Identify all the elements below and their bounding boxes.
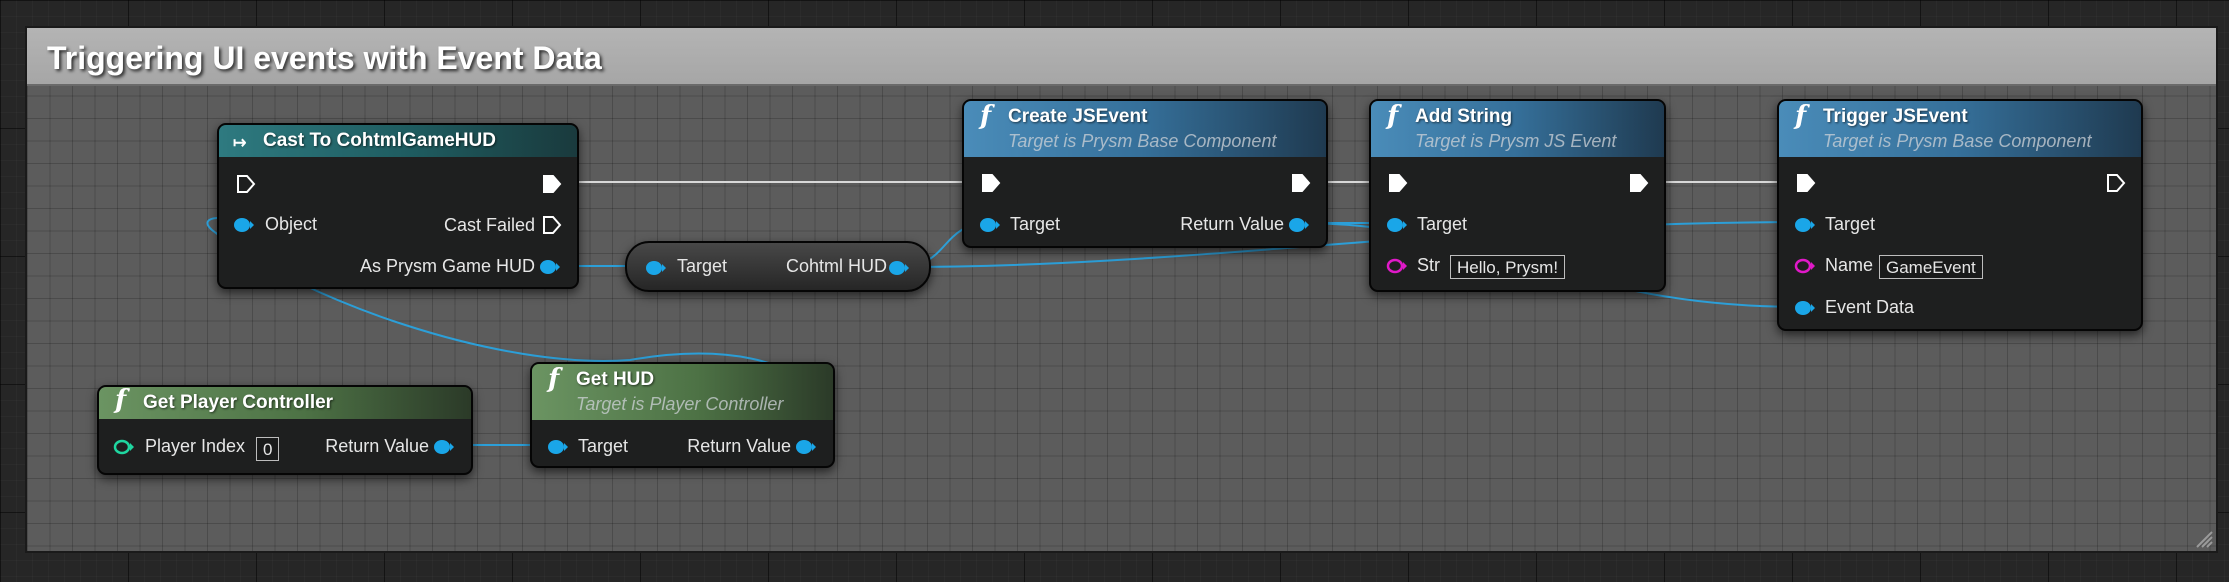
player-index-pin-label: Player Index <box>145 436 246 456</box>
get-hud-node[interactable]: f Get HUD Target is Player Controller Ta… <box>530 362 835 468</box>
cohtml-hud-getter-node[interactable]: Target Cohtml HUD <box>625 241 931 292</box>
return-value-output-pin[interactable] <box>433 437 455 457</box>
event-data-pin-label: Event Data <box>1825 297 1915 317</box>
object-pin-label: Object <box>265 214 318 234</box>
as-hud-pin-label: As Prysm Game HUD <box>359 256 535 276</box>
get-hud-title: Get HUD <box>576 369 655 390</box>
function-icon: f <box>1795 101 1807 131</box>
create-jsevent-subtitle: Target is Prysm Base Component <box>1008 131 1277 151</box>
name-input-pin[interactable] <box>1794 256 1816 276</box>
cast-icon: ↦ <box>233 135 247 152</box>
function-icon: f <box>548 364 560 394</box>
function-icon: f <box>980 101 992 131</box>
create-jsevent-node[interactable]: f Create JSEvent Target is Prysm Base Co… <box>962 99 1328 248</box>
return-value-output-pin[interactable] <box>795 437 817 457</box>
create-jsevent-title: Create JSEvent <box>1008 106 1148 127</box>
cast-node-title: Cast To CohtmlGameHUD <box>263 130 496 151</box>
trigger-jsevent-node[interactable]: f Trigger JSEvent Target is Prysm Base C… <box>1777 99 2143 331</box>
cohtml-hud-pin-label: Cohtml HUD <box>785 256 887 276</box>
target-pin-label: Target <box>578 436 629 456</box>
object-input-pin[interactable] <box>233 215 255 235</box>
cast-failed-pin-label: Cast Failed <box>443 215 535 235</box>
target-pin-label: Target <box>1417 214 1468 234</box>
target-input-pin[interactable] <box>979 215 1001 235</box>
exec-in-pin[interactable] <box>235 173 257 195</box>
target-input-pin[interactable] <box>547 437 569 457</box>
event-data-input-pin[interactable] <box>1794 298 1816 318</box>
player-index-input-pin[interactable] <box>113 437 135 457</box>
cast-failed-exec-pin[interactable] <box>541 214 563 236</box>
exec-out-pin[interactable] <box>1628 172 1650 194</box>
target-input-pin[interactable] <box>645 258 667 278</box>
as-hud-output-pin[interactable] <box>539 257 561 277</box>
target-input-pin[interactable] <box>1386 215 1408 235</box>
cohtml-hud-output-pin[interactable] <box>888 258 910 278</box>
trigger-jsevent-subtitle: Target is Prysm Base Component <box>1823 131 2092 151</box>
add-string-node[interactable]: f Add String Target is Prysm JS Event Ta… <box>1369 99 1666 292</box>
exec-in-pin[interactable] <box>980 172 1002 194</box>
target-pin-label: Target <box>1010 214 1061 234</box>
return-value-output-pin[interactable] <box>1288 215 1310 235</box>
add-string-subtitle: Target is Prysm JS Event <box>1415 131 1617 151</box>
exec-out-pin[interactable] <box>541 173 563 195</box>
name-value-field[interactable]: GameEvent <box>1879 255 1983 279</box>
exec-out-pin[interactable] <box>2105 172 2127 194</box>
exec-in-pin[interactable] <box>1387 172 1409 194</box>
exec-out-pin[interactable] <box>1290 172 1312 194</box>
exec-in-pin[interactable] <box>1795 172 1817 194</box>
cast-node[interactable]: ↦ Cast To CohtmlGameHUD Object Cast Fail… <box>217 123 579 289</box>
trigger-jsevent-title: Trigger JSEvent <box>1823 106 1968 127</box>
str-input-pin[interactable] <box>1386 256 1408 276</box>
target-pin-label: Target <box>677 256 728 276</box>
function-icon: f <box>1387 101 1399 131</box>
function-icon: f <box>115 385 127 415</box>
target-pin-label: Target <box>1825 214 1876 234</box>
return-value-pin-label: Return Value <box>325 436 429 456</box>
name-pin-label: Name <box>1825 255 1874 275</box>
player-index-value-field[interactable]: 0 <box>256 437 280 461</box>
add-string-title: Add String <box>1415 106 1513 127</box>
get-player-controller-title: Get Player Controller <box>143 392 334 413</box>
target-input-pin[interactable] <box>1794 215 1816 235</box>
return-value-pin-label: Return Value <box>687 436 791 456</box>
return-value-pin-label: Return Value <box>1180 214 1284 234</box>
str-pin-label: Str <box>1417 255 1441 275</box>
get-player-controller-node[interactable]: f Get Player Controller Player Index 0 R… <box>97 385 473 475</box>
str-value-field[interactable]: Hello, Prysm! <box>1450 255 1566 279</box>
get-hud-subtitle: Target is Player Controller <box>576 394 784 414</box>
